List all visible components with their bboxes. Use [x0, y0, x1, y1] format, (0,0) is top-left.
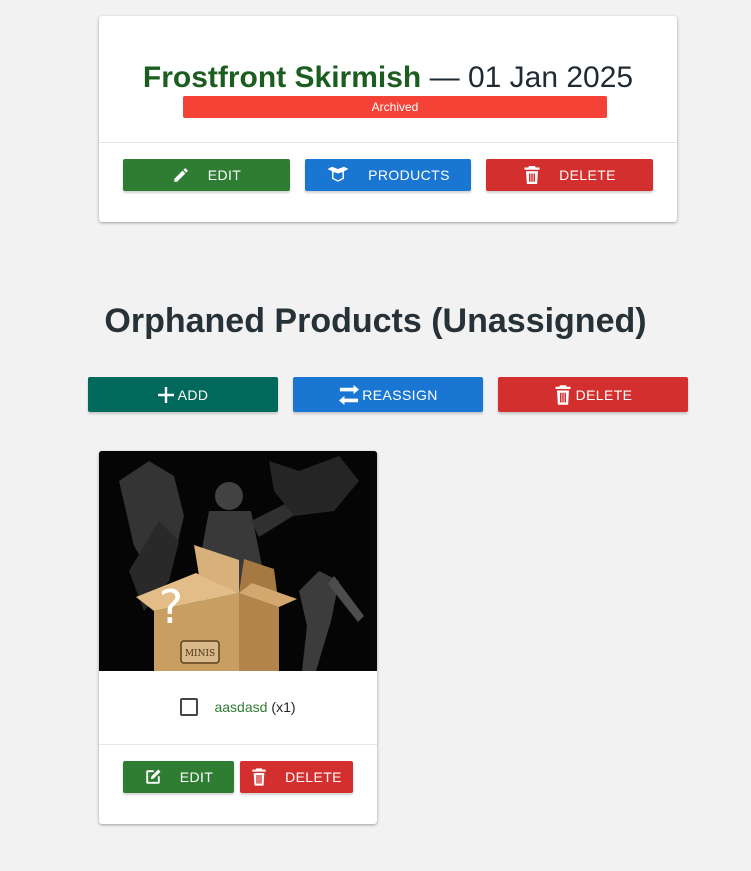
delete-event-label: DELETE — [559, 167, 616, 183]
product-row: aasdasd (x1) — [99, 695, 377, 719]
trash-icon — [555, 384, 571, 405]
event-heading: Frostfront Skirmish — 01 Jan 2025 — [99, 60, 677, 96]
products-button[interactable]: PRODUCTS — [305, 159, 471, 191]
reassign-label: REASSIGN — [362, 386, 438, 403]
product-divider — [99, 744, 377, 745]
add-product-button[interactable]: ADD — [88, 377, 278, 412]
trash-icon — [524, 166, 540, 184]
card-divider — [99, 142, 677, 143]
reassign-button[interactable]: REASSIGN — [293, 377, 483, 412]
status-badge: Archived — [183, 96, 607, 118]
event-date: 01 Jan 2025 — [467, 61, 634, 94]
product-select-checkbox[interactable] — [180, 698, 199, 716]
delete-orphaned-button[interactable]: DELETE — [498, 377, 688, 412]
plus-icon — [157, 386, 174, 403]
box-label-text: MINIS — [185, 649, 215, 659]
mystery-minis-box-image[interactable]: MINIS ? — [99, 451, 377, 671]
edit-product-label: EDIT — [179, 769, 214, 785]
section-title: Orphaned Products (Unassigned) — [104, 302, 647, 340]
box-icon — [327, 166, 349, 182]
edit-event-label: EDIT — [207, 167, 242, 183]
product-quantity: (x1) — [271, 699, 296, 715]
product-card: MINIS ? aasdasd (x1) EDIT DELETE — [99, 451, 377, 824]
delete-product-label: DELETE — [285, 769, 342, 785]
delete-event-button[interactable]: DELETE — [486, 159, 653, 191]
product-name-link[interactable]: aasdasd — [214, 699, 267, 715]
products-label: PRODUCTS — [368, 167, 450, 183]
event-title-separator: — — [429, 61, 460, 94]
delete-orphaned-label: DELETE — [575, 386, 633, 403]
pencil-icon — [174, 168, 188, 182]
event-card: Frostfront Skirmish — 01 Jan 2025 Archiv… — [99, 16, 677, 222]
edit-square-icon — [146, 769, 161, 784]
edit-product-button[interactable]: EDIT — [123, 761, 234, 793]
edit-event-button[interactable]: EDIT — [123, 159, 290, 191]
delete-product-button[interactable]: DELETE — [240, 761, 353, 793]
question-mark-icon: ? — [159, 580, 183, 634]
trash-icon — [252, 768, 266, 786]
swap-arrows-icon — [339, 384, 360, 405]
event-name: Frostfront Skirmish — [142, 61, 422, 94]
add-label: ADD — [177, 386, 209, 403]
